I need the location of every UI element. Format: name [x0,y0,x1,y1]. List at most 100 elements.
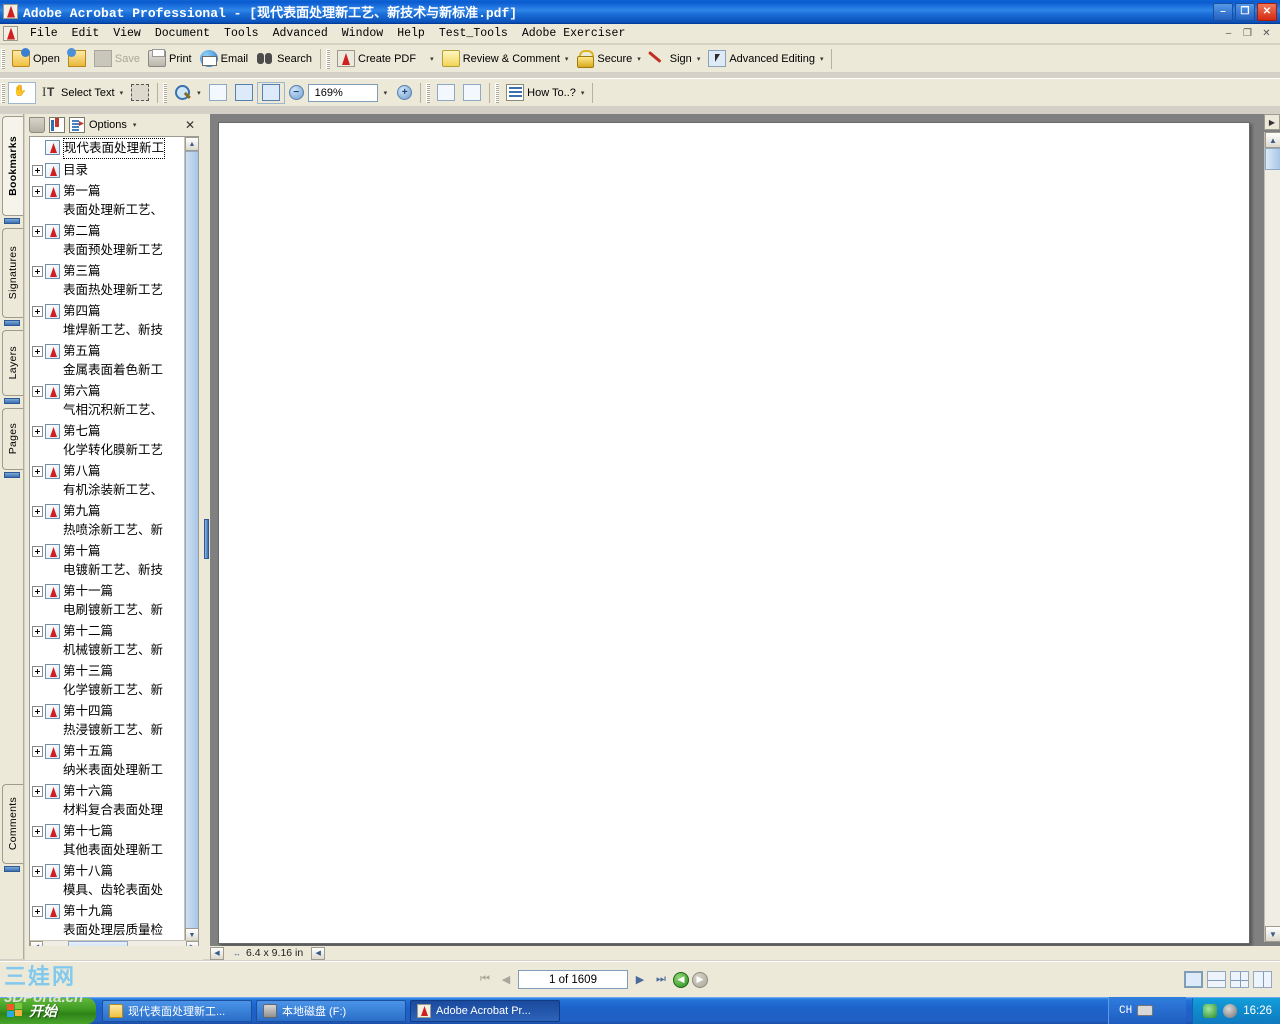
expand-bookmark-icon[interactable] [32,826,43,837]
create-pdf-dropdown-icon[interactable]: ▾ [430,55,434,63]
bookmark-item[interactable]: 第十篇 电镀新工艺、新技 [30,541,185,581]
bookmark-item[interactable]: 第十六篇 材料复合表面处理 [30,781,185,821]
page-number-input[interactable]: 1 of 1609 [518,970,628,989]
menu-item-tools[interactable]: Tools [217,25,266,42]
menu-item-test-tools[interactable]: Test_Tools [432,25,515,42]
first-page-button[interactable]: ⏮ [476,971,494,989]
expand-bookmark-icon[interactable] [32,186,43,197]
open-button[interactable]: Open [8,48,64,70]
expand-bookmark-icon[interactable] [32,426,43,437]
expand-bookmark-icon[interactable] [32,386,43,397]
taskbar-item-disk[interactable]: 本地磁盘 (F:) [256,1000,406,1022]
expand-bookmark-icon[interactable] [32,786,43,797]
fit-width-button[interactable] [256,81,285,104]
snapshot-button[interactable] [127,82,153,104]
menu-item-edit[interactable]: Edit [65,25,107,42]
bookmark-item[interactable]: 第十五篇 纳米表面处理新工 [30,741,185,781]
review-comment-dropdown-icon[interactable]: ▾ [565,55,569,63]
bookmark-item[interactable]: 目录 [30,160,185,181]
bookmark-item[interactable]: 第三篇 表面热处理新工艺 [30,261,185,301]
actual-size-button[interactable] [205,82,231,104]
rotate-clockwise-button[interactable] [433,82,459,104]
language-bar[interactable]: CH [1108,997,1186,1024]
start-button[interactable]: 开始 [0,998,96,1024]
bookmarks-list[interactable]: 现代表面处理新工 目录 第一篇 表面处理新工艺、 第二篇 表面预处理新工艺 第三篇 表面热处理… [30,137,185,942]
expand-bookmark-icon[interactable] [32,506,43,517]
expand-bookmark-icon[interactable] [32,866,43,877]
document-scroll-right-icon[interactable]: ◀ [311,946,326,960]
toolbar-grip[interactable] [1,48,5,69]
bookmark-item[interactable]: 第十一篇 电刷镀新工艺、新 [30,581,185,621]
expand-bookmark-icon[interactable] [32,586,43,597]
network-icon[interactable] [1203,1004,1218,1018]
doc-minimize-button[interactable]: – [1221,27,1236,41]
expand-bookmark-icon[interactable] [32,165,43,176]
previous-page-button[interactable]: ◀ [497,971,515,989]
last-page-button[interactable]: ⏭ [652,971,670,989]
panel-splitter[interactable] [203,114,210,959]
zoom-level-dropdown-icon[interactable]: ▾ [384,89,388,97]
sidebar-tab-pages[interactable]: Pages [2,408,23,470]
hand-tool-button[interactable]: ✋ [8,81,36,104]
single-page-view-button[interactable] [1184,971,1203,988]
bookmark-item[interactable]: 第十四篇 热浸镀新工艺、新 [30,701,185,741]
secure-dropdown-icon[interactable]: ▾ [637,55,641,63]
select-text-dropdown-icon[interactable]: ▾ [120,89,124,97]
expand-bookmark-icon[interactable] [32,466,43,477]
doc-close-button[interactable]: ✕ [1259,27,1274,41]
bookmarks-options-button[interactable]: Options [89,119,127,131]
new-bookmark-icon[interactable] [69,117,85,133]
sidebar-tab-comments[interactable]: Comments [2,784,23,864]
taskbar-item-folder[interactable]: 现代表面处理新工... [102,1000,252,1022]
bookmark-item[interactable]: 第六篇 气相沉积新工艺、 [30,381,185,421]
document-scroll-left-icon[interactable]: ◀ [210,946,224,960]
bookmarks-tab-grip[interactable] [4,218,20,224]
delete-bookmark-icon[interactable] [29,117,45,133]
next-page-button[interactable]: ▶ [631,971,649,989]
document-scroll-down-icon[interactable]: ▼ [1265,926,1280,942]
create-pdf-button[interactable]: Create PDF − ▾ [333,48,438,70]
bookmark-item[interactable]: 第八篇 有机涂装新工艺、 [30,461,185,501]
signatures-tab-grip[interactable] [4,320,20,326]
menu-item-view[interactable]: View [106,25,148,42]
bookmark-item[interactable]: 现代表面处理新工 [30,137,185,160]
bookmark-item[interactable]: 第十七篇 其他表面处理新工 [30,821,185,861]
expand-bookmark-icon[interactable] [32,226,43,237]
layers-tab-grip[interactable] [4,398,20,404]
menu-item-advanced[interactable]: Advanced [266,25,335,42]
sign-button[interactable]: Sign ▾ [645,48,705,70]
maximize-restore-button[interactable]: ❐ [1235,2,1255,21]
document-scroll-collapse-icon[interactable]: ▶ [1264,114,1280,130]
bookmark-item[interactable]: 第四篇 堆焊新工艺、新技 [30,301,185,341]
how-to-dropdown-icon[interactable]: ▾ [581,89,585,97]
select-text-button[interactable]: Select Text ▾ [36,82,127,104]
fit-page-button[interactable] [231,82,257,104]
help-toolbar-grip[interactable] [495,82,500,103]
document-menu-icon[interactable] [3,25,19,42]
rotate-toolbar-grip[interactable] [426,82,431,103]
panel-splitter-grip[interactable] [204,519,209,559]
expand-bookmark-icon[interactable] [32,746,43,757]
bookmarks-vertical-scrollbar[interactable]: ▲ ▼ [184,137,198,942]
doc-restore-button[interactable]: ❐ [1240,27,1255,41]
bookmarks-scroll-up-icon[interactable]: ▲ [185,137,198,151]
sidebar-tab-signatures[interactable]: Signatures [2,228,23,318]
bookmarks-panel-close-icon[interactable]: ✕ [185,118,195,132]
taskbar-clock[interactable]: 16:26 [1243,1005,1272,1017]
advanced-editing-dropdown-icon[interactable]: ▾ [820,55,824,63]
close-button[interactable]: ✕ [1257,2,1277,21]
expand-bookmark-icon[interactable] [32,306,43,317]
continuous-view-button[interactable] [1207,971,1226,988]
bookmarks-options-chevron-down-icon[interactable]: ▾ [133,121,137,129]
menu-item-document[interactable]: Document [148,25,217,42]
expand-bookmark-icon[interactable] [32,346,43,357]
bookmarks-scroll-thumb[interactable] [185,151,198,931]
resize-grip-icon[interactable]: ↔ [232,949,242,958]
expand-bookmark-icon[interactable] [32,666,43,677]
menu-item-adobe-exerciser[interactable]: Adobe Exerciser [515,25,633,42]
pages-tab-grip[interactable] [4,472,20,478]
zoom-in-button[interactable]: + [393,82,416,104]
document-scroll-up-icon[interactable]: ▲ [1265,132,1280,148]
sign-dropdown-icon[interactable]: ▾ [697,55,701,63]
bookmark-item[interactable]: 第十九篇 表面处理层质量检 [30,901,185,941]
